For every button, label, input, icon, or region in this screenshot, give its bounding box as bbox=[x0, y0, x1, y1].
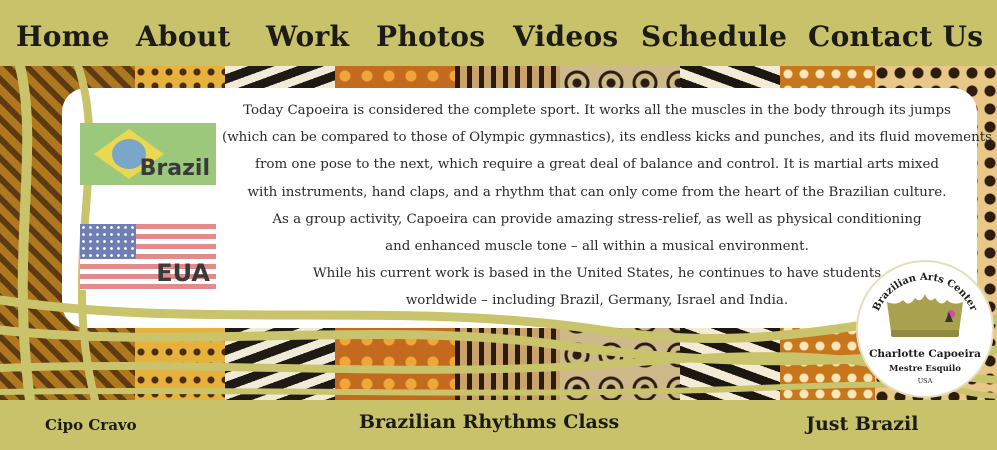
footer-link-rhythms-class[interactable]: Brazilian Rhythms Class bbox=[359, 411, 619, 433]
logo-title: Charlotte Capoeira bbox=[869, 348, 981, 360]
description-line: As a group activity, Capoeira can provid… bbox=[272, 211, 922, 227]
description-line: from one pose to the next, which require… bbox=[255, 157, 939, 173]
logo-country: USA bbox=[917, 377, 933, 385]
logo-subtitle: Mestre Esquilo bbox=[889, 364, 961, 374]
usa-flag-link[interactable]: EUA bbox=[80, 224, 216, 290]
description-line: and enhanced muscle tone – all within a … bbox=[385, 239, 809, 255]
charlotte-capoeira-logo[interactable]: Brazilian Arts Center Charlotte Capoeira… bbox=[858, 262, 992, 396]
footer-link-just-brazil[interactable]: Just Brazil bbox=[806, 413, 919, 435]
description-line: Today Capoeira is considered the complet… bbox=[243, 103, 951, 118]
ribbon-horizontal bbox=[0, 325, 997, 366]
ribbon-horizontal bbox=[0, 352, 997, 384]
description-line: (which can be compared to those of Olymp… bbox=[222, 130, 992, 146]
footer-bar: Cipo Cravo Brazilian Rhythms Class Just … bbox=[0, 400, 997, 450]
crown-icon bbox=[887, 294, 963, 337]
brazil-flag-link[interactable]: Brazil bbox=[80, 123, 216, 185]
ribbon-left-vertical bbox=[15, 61, 35, 405]
footer-link-cipo-cravo[interactable]: Cipo Cravo bbox=[45, 416, 137, 434]
description-line: with instruments, hand claps, and a rhyt… bbox=[247, 184, 947, 200]
flag-canton bbox=[80, 224, 136, 259]
usa-label: EUA bbox=[156, 259, 210, 287]
brazil-label: Brazil bbox=[139, 156, 210, 181]
ribbon-horizontal bbox=[0, 381, 997, 399]
